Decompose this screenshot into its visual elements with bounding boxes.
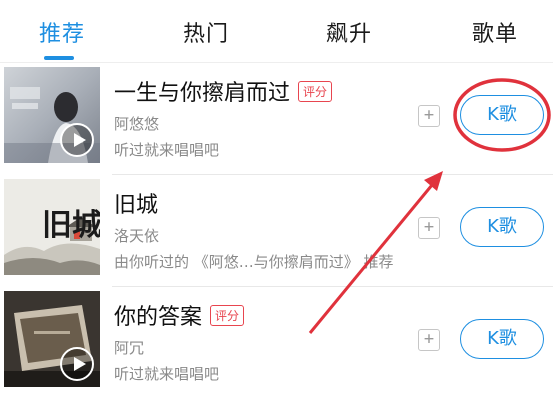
song-artist: 阿冗	[114, 339, 145, 357]
list-item[interactable]: 旧城 旧城 洛天依 由你听过的 《阿悠…与你擦肩而过》 推荐 + K歌	[0, 175, 553, 287]
album-cover[interactable]	[4, 67, 100, 163]
active-tab-indicator	[44, 56, 74, 60]
song-title: 一生与你擦肩而过 评分	[114, 75, 333, 107]
tab-popular[interactable]: 热门	[183, 16, 229, 48]
karaoke-button[interactable]: K歌	[460, 95, 544, 135]
song-hint: 由你听过的 《阿悠…与你擦肩而过》 推荐	[114, 253, 394, 271]
karaoke-button[interactable]: K歌	[460, 207, 544, 247]
tab-rising[interactable]: 飙升	[326, 16, 372, 48]
play-icon[interactable]	[60, 123, 94, 157]
song-hint: 听过就来唱唱吧	[114, 141, 220, 159]
play-icon[interactable]	[60, 347, 94, 381]
list-item[interactable]: 一生与你擦肩而过 评分 阿悠悠 听过就来唱唱吧 + K歌	[0, 63, 553, 175]
tab-playlists[interactable]: 歌单	[472, 16, 518, 48]
song-title: 你的答案 评分	[114, 299, 245, 331]
list-item[interactable]: 你的答案 评分 阿冗 听过就来唱唱吧 + K歌	[0, 287, 553, 399]
add-to-list-button[interactable]: +	[418, 217, 440, 239]
album-cover[interactable]: 旧城	[4, 179, 100, 275]
add-to-list-button[interactable]: +	[418, 329, 440, 351]
song-artist: 阿悠悠	[114, 115, 160, 133]
cover-calligraphy: 旧城	[42, 208, 100, 243]
song-artist: 洛天依	[114, 227, 160, 245]
add-to-list-button[interactable]: +	[418, 105, 440, 127]
song-title: 旧城	[114, 193, 159, 218]
karaoke-button[interactable]: K歌	[460, 319, 544, 359]
album-cover[interactable]	[4, 291, 100, 387]
rating-badge: 评分	[298, 81, 333, 102]
tab-bar: 推荐 热门 飙升 歌单	[0, 0, 553, 62]
rating-badge: 评分	[210, 305, 245, 326]
song-hint: 听过就来唱唱吧	[114, 365, 220, 383]
cover-art-2: 旧城	[4, 179, 100, 275]
tab-recommended[interactable]: 推荐	[39, 16, 85, 48]
